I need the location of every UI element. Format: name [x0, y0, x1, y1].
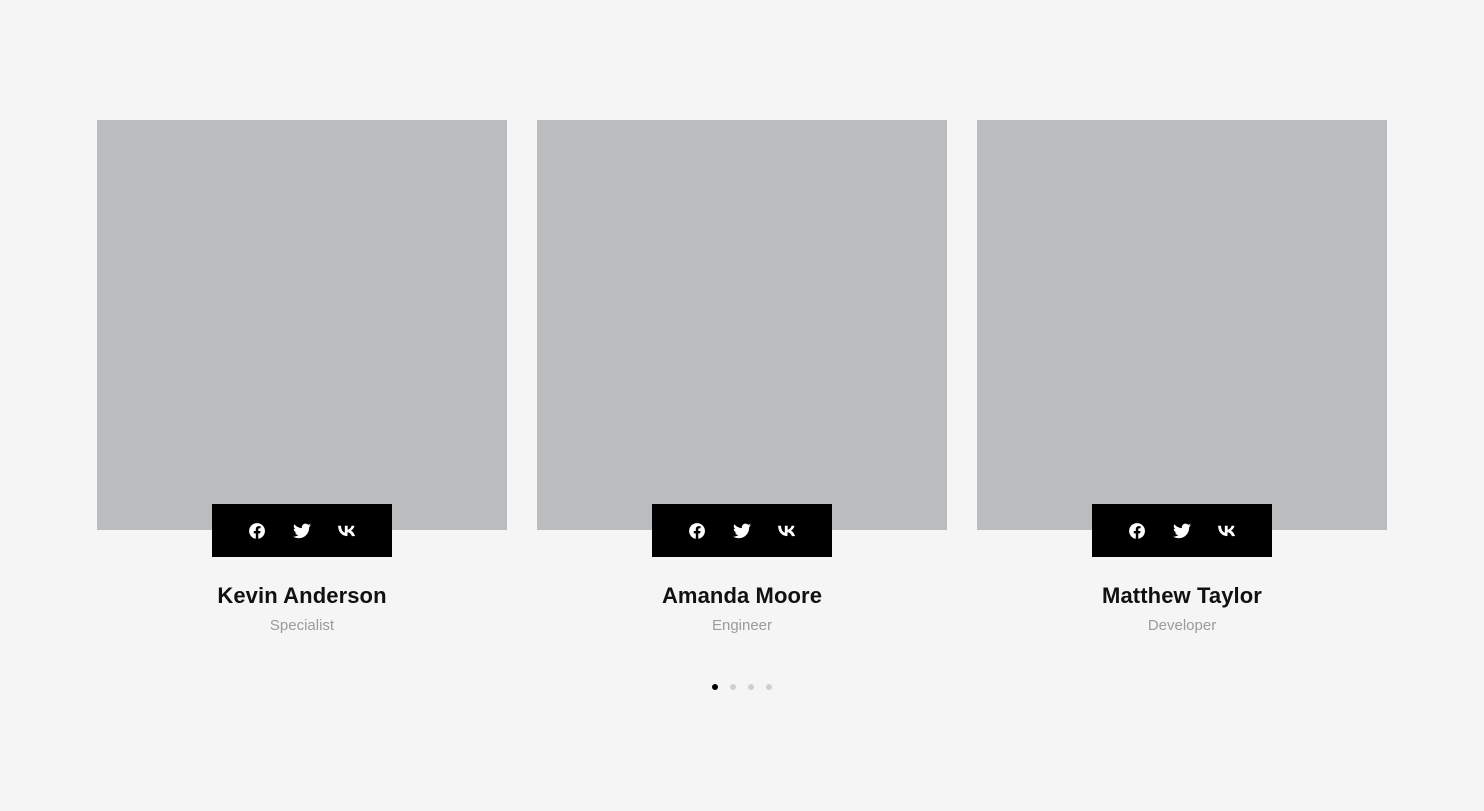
member-photo [97, 120, 507, 557]
member-role: Engineer [711, 617, 773, 634]
team-member-card: Kevin Anderson Specialist [97, 120, 507, 635]
facebook-link[interactable] [686, 520, 708, 542]
member-role: Specialist [269, 617, 335, 634]
social-links-bar [652, 504, 832, 557]
team-member-card: Amanda Moore Engineer [537, 120, 947, 635]
social-links-bar [212, 504, 392, 557]
facebook-icon [249, 522, 265, 539]
vk-link[interactable] [776, 520, 798, 542]
team-carousel: Kevin Anderson Specialist Amanda Moore E… [97, 120, 1387, 635]
team-member-card: Matthew Taylor Developer [977, 120, 1387, 635]
facebook-link[interactable] [246, 520, 268, 542]
pagination-dot-1[interactable] [712, 684, 718, 690]
member-name: Matthew Taylor [1102, 583, 1262, 608]
vk-icon [338, 525, 356, 536]
twitter-link[interactable] [1171, 520, 1193, 542]
vk-link[interactable] [336, 520, 358, 542]
member-name: Kevin Anderson [217, 583, 387, 608]
facebook-link[interactable] [1126, 520, 1148, 542]
member-role: Developer [1147, 617, 1217, 634]
vk-icon [778, 525, 796, 536]
facebook-icon [689, 522, 705, 539]
pagination-dot-2[interactable] [730, 684, 736, 690]
twitter-icon [733, 523, 751, 538]
facebook-icon [1129, 522, 1145, 539]
twitter-icon [1173, 523, 1191, 538]
member-photo [977, 120, 1387, 557]
twitter-link[interactable] [291, 520, 313, 542]
vk-icon [1218, 525, 1236, 536]
member-name: Amanda Moore [661, 583, 823, 608]
carousel-pagination [712, 684, 772, 690]
member-photo [537, 120, 947, 557]
twitter-link[interactable] [731, 520, 753, 542]
pagination-dot-4[interactable] [766, 684, 772, 690]
social-links-bar [1092, 504, 1272, 557]
twitter-icon [293, 523, 311, 538]
pagination-dot-3[interactable] [748, 684, 754, 690]
vk-link[interactable] [1216, 520, 1238, 542]
